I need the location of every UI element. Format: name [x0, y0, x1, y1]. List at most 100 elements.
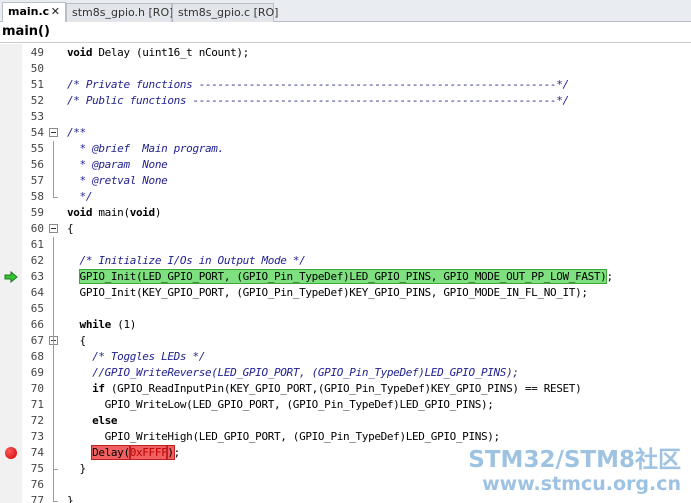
tab-stm8s-gpio-c[interactable]: stm8s_gpio.c [RO] — [172, 3, 278, 22]
code-text[interactable]: /* Initialize I/Os in Output Mode */ — [67, 253, 306, 269]
tab-stm8s-gpio-h[interactable]: stm8s_gpio.h [RO] — [66, 3, 174, 22]
code-text[interactable]: /** — [67, 125, 86, 141]
code-line[interactable]: 67 { — [0, 333, 691, 349]
code-line[interactable]: 62 /* Initialize I/Os in Output Mode */ — [0, 253, 691, 269]
line-number: 60 — [30, 222, 44, 235]
fold-guide — [53, 285, 54, 301]
code-text[interactable]: Delay(0xFFFF); — [67, 445, 180, 461]
code-editor[interactable]: 49 void Delay (uint16_t nCount); 50 51 /* Pr… — [0, 44, 691, 503]
code-token: { — [67, 222, 74, 235]
code-line[interactable]: 56 * @param None — [0, 157, 691, 173]
code-text[interactable]: */ — [67, 189, 93, 205]
code-line[interactable]: 60 { — [0, 221, 691, 237]
code-line[interactable]: 49 void Delay (uint16_t nCount); — [0, 45, 691, 61]
code-line[interactable]: 55 * @brief Main program. — [0, 141, 691, 157]
code-line[interactable]: 52 /* Public functions ------------------… — [0, 93, 691, 109]
code-line[interactable]: 72 else — [0, 413, 691, 429]
code-line[interactable]: 53 — [0, 109, 691, 125]
code-text[interactable]: /* Public functions --------------------… — [67, 93, 569, 109]
current-function-label: main() — [2, 24, 50, 39]
code-text[interactable]: * @retval None — [67, 173, 168, 189]
fold-collapse-icon[interactable] — [49, 224, 58, 233]
code-text[interactable]: while (1) — [67, 317, 137, 333]
code-text[interactable]: if (GPIO_ReadInputPin(KEY_GPIO_PORT,(GPI… — [67, 381, 582, 397]
code-line[interactable]: 76 — [0, 477, 691, 493]
code-token: GPIO_Init(KEY_GPIO_PORT, (GPIO_Pin_TypeD… — [67, 286, 588, 299]
line-number: 73 — [30, 430, 44, 443]
fold-guide — [53, 461, 54, 477]
code-token: */ — [67, 190, 93, 203]
code-text[interactable]: /* Private functions -------------------… — [67, 77, 569, 93]
code-line[interactable]: 66 while (1) — [0, 317, 691, 333]
breakpoint-icon[interactable] — [5, 447, 17, 459]
code-text[interactable]: void main(void) — [67, 205, 161, 221]
fold-guide — [53, 477, 54, 493]
code-line[interactable]: 74 Delay(0xFFFF); — [0, 445, 691, 461]
fold-guide — [53, 349, 54, 365]
line-number: 55 — [30, 142, 44, 155]
code-token: /* Initialize I/Os in Output Mode */ — [79, 254, 306, 267]
code-token: /* Toggles LEDs */ — [92, 350, 205, 363]
code-line[interactable]: 57 * @retval None — [0, 173, 691, 189]
code-text[interactable]: } — [67, 493, 74, 503]
code-line[interactable]: 59 void main(void) — [0, 205, 691, 221]
code-text[interactable]: * @param None — [67, 157, 168, 173]
tab-label: stm8s_gpio.h [RO] — [72, 6, 174, 19]
code-token: Delay( — [91, 445, 131, 460]
code-text[interactable]: } — [67, 461, 87, 477]
line-number: 54 — [30, 126, 44, 139]
code-line[interactable]: 73 GPIO_WriteHigh(LED_GPIO_PORT, (GPIO_P… — [0, 429, 691, 445]
code-line[interactable]: 69 //GPIO_WriteReverse(LED_GPIO_PORT, (G… — [0, 365, 691, 381]
fold-guide — [53, 253, 54, 269]
code-text[interactable]: GPIO_WriteHigh(LED_GPIO_PORT, (GPIO_Pin_… — [67, 429, 501, 445]
code-text[interactable]: { — [67, 333, 87, 349]
code-text[interactable]: * @brief Main program. — [67, 141, 225, 157]
code-text[interactable]: GPIO_Init(KEY_GPIO_PORT, (GPIO_Pin_TypeD… — [67, 285, 588, 301]
code-text[interactable]: //GPIO_WriteReverse(LED_GPIO_PORT, (GPIO… — [67, 365, 519, 381]
code-line[interactable]: 64 GPIO_Init(KEY_GPIO_PORT, (GPIO_Pin_Ty… — [0, 285, 691, 301]
code-line[interactable]: 77} — [0, 493, 691, 503]
code-line[interactable]: 65 — [0, 301, 691, 317]
fold-collapse-icon[interactable] — [49, 128, 58, 137]
code-token: /** — [67, 126, 86, 139]
code-line[interactable]: 63 GPIO_Init(LED_GPIO_PORT, (GPIO_Pin_Ty… — [0, 269, 691, 285]
line-number: 75 — [30, 462, 44, 475]
current-line-arrow-icon — [4, 271, 18, 283]
code-line[interactable]: 50 — [0, 61, 691, 77]
line-number: 69 — [30, 366, 44, 379]
code-line[interactable]: 71 GPIO_WriteLow(LED_GPIO_PORT, (GPIO_Pi… — [0, 397, 691, 413]
code-text[interactable]: { — [67, 221, 74, 237]
fold-guide — [53, 157, 54, 173]
code-token: Delay (uint16_t nCount); — [92, 46, 249, 59]
line-number: 76 — [30, 478, 44, 491]
tab-main-c[interactable]: main.c ✕ — [2, 2, 66, 22]
code-token: GPIO_WriteHigh(LED_GPIO_PORT, (GPIO_Pin_… — [67, 430, 501, 443]
code-line[interactable]: 54 /** — [0, 125, 691, 141]
code-token: /* Public functions --------------------… — [67, 94, 569, 107]
code-line[interactable]: 61 — [0, 237, 691, 253]
code-token: else — [92, 414, 118, 427]
code-line[interactable]: 75 } — [0, 461, 691, 477]
code-text[interactable]: GPIO_Init(LED_GPIO_PORT, (GPIO_Pin_TypeD… — [67, 269, 613, 285]
code-line[interactable]: 70 if (GPIO_ReadInputPin(KEY_GPIO_PORT,(… — [0, 381, 691, 397]
code-line[interactable]: 51 /* Private functions -----------------… — [0, 77, 691, 93]
close-icon[interactable]: ✕ — [51, 3, 60, 20]
code-line[interactable]: 58 */ — [0, 189, 691, 205]
code-text[interactable]: else — [67, 413, 117, 429]
code-text[interactable]: GPIO_WriteLow(LED_GPIO_PORT, (GPIO_Pin_T… — [67, 397, 494, 413]
fold-guide — [53, 237, 54, 253]
editor-tab-bar: main.c ✕ stm8s_gpio.h [RO] stm8s_gpio.c … — [0, 0, 691, 22]
code-text[interactable]: void Delay (uint16_t nCount); — [67, 45, 249, 61]
code-text[interactable]: /* Toggles LEDs */ — [67, 349, 205, 365]
fold-guide — [53, 365, 54, 381]
line-number: 50 — [30, 62, 44, 75]
fold-guide — [53, 413, 54, 429]
line-number: 70 — [30, 382, 44, 395]
function-bar[interactable]: main() — [0, 22, 691, 43]
code-line[interactable]: 68 /* Toggles LEDs */ — [0, 349, 691, 365]
